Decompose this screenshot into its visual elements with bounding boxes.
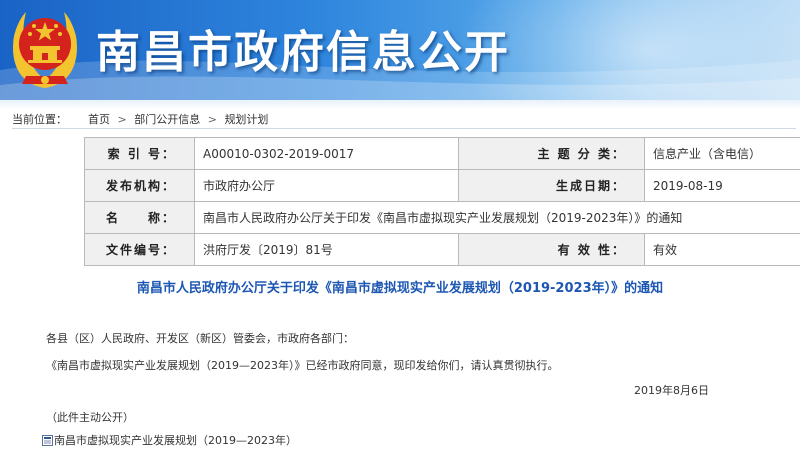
breadcrumb-prefix: 当前位置：	[12, 113, 67, 126]
table-row: 名 称： 南昌市人民政府办公厅关于印发《南昌市虚拟现实产业发展规划（2019-2…	[84, 201, 800, 234]
article-note: （此件主动公开）	[46, 411, 134, 424]
index-label: 索 引 号：	[84, 137, 195, 170]
breadcrumb-plan-link[interactable]: 规划计划	[224, 113, 268, 126]
index-value: A00010-0302-2019-0017	[194, 137, 459, 170]
breadcrumb-home-link[interactable]: 首页	[88, 113, 110, 126]
article-title: 南昌市人民政府办公厅关于印发《南昌市虚拟现实产业发展规划（2019-2023年）…	[136, 281, 664, 296]
article-body: 《南昌市虚拟现实产业发展规划（2019—2023年）》已经市政府同意，现印发给你…	[46, 359, 559, 372]
table-row: 索 引 号： A00010-0302-2019-0017 主 题 分 类： 信息…	[84, 137, 800, 170]
name-value: 南昌市人民政府办公厅关于印发《南昌市虚拟现实产业发展规划（2019-2023年）…	[194, 201, 800, 234]
article-salutation: 各县（区）人民政府、开发区（新区）管委会，市政府各部门：	[46, 332, 354, 345]
breadcrumb: 当前位置： 首页 > 部门公开信息 > 规划计划	[12, 111, 796, 129]
attachment-item[interactable]: 南昌市虚拟现实产业发展规划（2019—2023年）	[42, 432, 297, 448]
banner-divider	[0, 100, 800, 110]
validity-value: 有效	[644, 233, 800, 266]
name-label: 名 称：	[84, 201, 195, 234]
validity-label: 有 效 性：	[458, 233, 645, 266]
date-value: 2019-08-19	[644, 169, 800, 202]
site-title: 南昌市政府信息公开	[96, 27, 510, 78]
date-label: 生成日期：	[458, 169, 645, 202]
org-label: 发布机构：	[84, 169, 195, 202]
attachment-link[interactable]: 南昌市虚拟现实产业发展规划（2019—2023年）	[54, 432, 297, 448]
docno-value: 洪府厅发〔2019〕81号	[194, 233, 459, 266]
breadcrumb-dept-link[interactable]: 部门公开信息	[134, 113, 200, 126]
document-info-table: 索 引 号： A00010-0302-2019-0017 主 题 分 类： 信息…	[84, 137, 800, 266]
document-icon	[42, 434, 53, 446]
breadcrumb-separator: >	[117, 113, 127, 126]
table-row: 文件编号： 洪府厅发〔2019〕81号 有 效 性： 有效	[84, 233, 800, 266]
article-date: 2019年8月6日	[634, 384, 709, 397]
national-emblem-icon	[13, 12, 77, 88]
site-banner: 南昌市政府信息公开	[0, 0, 800, 100]
topic-value: 信息产业（含电信）	[644, 137, 800, 170]
org-value: 市政府办公厅	[194, 169, 459, 202]
topic-label: 主 题 分 类：	[458, 137, 645, 170]
table-row: 发布机构： 市政府办公厅 生成日期： 2019-08-19	[84, 169, 800, 202]
breadcrumb-separator: >	[207, 113, 217, 126]
docno-label: 文件编号：	[84, 233, 195, 266]
